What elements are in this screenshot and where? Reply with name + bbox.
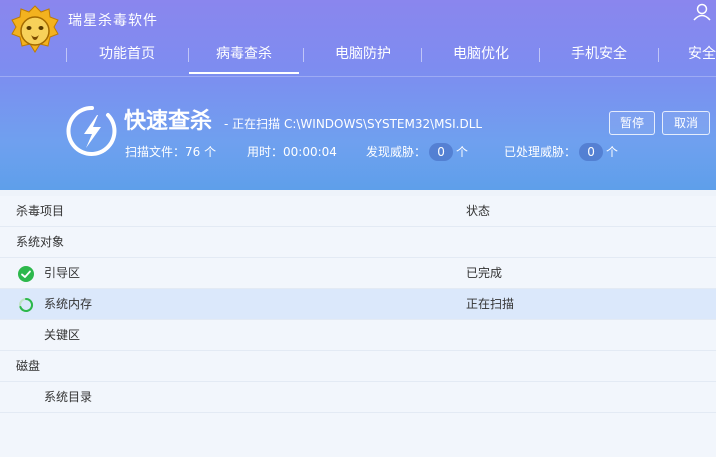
check-circle-icon (18, 266, 34, 282)
tab-security[interactable]: 安全 (662, 36, 716, 76)
tab-protection[interactable]: 电脑防护 (308, 36, 418, 76)
tab-mobile-security[interactable]: 手机安全 (544, 36, 654, 76)
table-row[interactable]: 关键区 (0, 320, 716, 351)
pause-button[interactable]: 暂停 (609, 111, 655, 135)
user-icon[interactable] (692, 2, 712, 22)
row-label: 系统对象 (16, 235, 65, 249)
row-label: 引导区 (44, 266, 81, 280)
column-header-item: 杀毒项目 (16, 204, 65, 218)
scan-current-path: - 正在扫描 C:\WINDOWS\SYSTEM32\MSI.DLL (224, 117, 483, 131)
table-header: 杀毒项目 状态 (0, 196, 716, 227)
scan-title: 快速查杀 (124, 109, 213, 134)
table-row[interactable]: 系统对象 (0, 227, 716, 258)
table-row-active[interactable]: 系统内存 正在扫描 (0, 289, 716, 320)
row-label: 关键区 (44, 328, 81, 342)
threats-count: 0 (429, 143, 454, 161)
lightning-icon (66, 105, 117, 156)
spinner-icon (19, 297, 34, 312)
scan-items-panel: 杀毒项目 状态 系统对象 引导区 已完成 系统内存 正在扫描 关键区 磁盘 系统… (0, 196, 716, 457)
nav-separator (421, 48, 422, 62)
nav-separator (66, 48, 67, 62)
header-divider (0, 76, 716, 77)
table-row[interactable]: 磁盘 (0, 351, 716, 382)
scanned-files: 扫描文件：76 个 (125, 145, 217, 159)
row-label: 系统内存 (44, 297, 93, 311)
threats-found: 发现威胁： 0 个 (366, 143, 468, 161)
nav-separator (303, 48, 304, 62)
nav-separator (539, 48, 540, 62)
row-status: 已完成 (466, 266, 503, 280)
tab-virus-scan[interactable]: 病毒查杀 (189, 36, 299, 76)
handled-unit: 个 (606, 145, 619, 159)
table-row[interactable]: 系统目录 (0, 382, 716, 413)
tab-home[interactable]: 功能首页 (72, 36, 182, 76)
threats-handled: 已处理威胁： 0 个 (504, 143, 618, 161)
handled-label: 已处理威胁： (504, 145, 577, 159)
threats-unit: 个 (456, 145, 469, 159)
row-status: 正在扫描 (466, 297, 515, 311)
nav-separator (658, 48, 659, 62)
main-nav: 功能首页 病毒查杀 电脑防护 电脑优化 手机安全 安全 (0, 36, 716, 76)
elapsed-time: 用时：00:00:04 (247, 145, 337, 159)
column-header-status: 状态 (466, 204, 491, 218)
app-title: 瑞星杀毒软件 (68, 13, 158, 29)
row-label: 磁盘 (16, 359, 41, 373)
tab-optimize[interactable]: 电脑优化 (426, 36, 536, 76)
header-area: 瑞星杀毒软件 功能首页 病毒查杀 电脑防护 电脑优化 手机安全 安全 快速查杀 … (0, 0, 716, 190)
table-row[interactable]: 引导区 已完成 (0, 258, 716, 289)
row-label: 系统目录 (44, 390, 93, 404)
threats-label: 发现威胁： (366, 145, 427, 159)
handled-count: 0 (579, 143, 604, 161)
cancel-button[interactable]: 取消 (662, 111, 710, 135)
